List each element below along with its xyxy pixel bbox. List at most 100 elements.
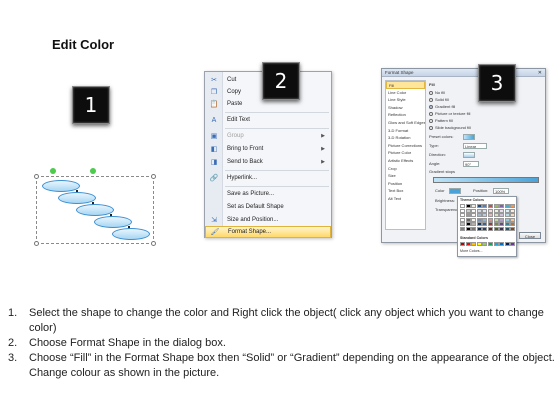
type-select[interactable]: Linear — [463, 143, 487, 149]
fill-option[interactable]: Slide background fill — [429, 125, 471, 131]
color-swatch[interactable] — [487, 217, 493, 222]
preset-colors-dropdown[interactable] — [463, 134, 475, 140]
step-shape[interactable] — [112, 228, 150, 240]
color-swatch[interactable] — [471, 242, 477, 246]
resize-handle[interactable] — [151, 174, 156, 179]
color-swatch[interactable] — [482, 213, 488, 218]
nav-item[interactable]: Alt Text — [386, 195, 425, 203]
nav-item[interactable]: Line Style — [386, 96, 425, 104]
nav-item[interactable]: Crop — [386, 165, 425, 173]
menu-item-format-shape[interactable]: 🖌 Format Shape... — [205, 226, 331, 238]
color-swatch[interactable] — [499, 242, 505, 246]
nav-item[interactable]: 3-D Format — [386, 127, 425, 135]
color-swatch[interactable] — [471, 226, 477, 231]
color-swatch[interactable] — [476, 242, 482, 246]
color-swatch[interactable] — [504, 217, 510, 222]
color-swatch[interactable] — [493, 226, 499, 231]
color-swatch[interactable] — [499, 213, 505, 218]
nav-item[interactable]: Size — [386, 172, 425, 180]
menu-item-bring-to-front[interactable]: ◧ Bring to Front ▶ — [205, 143, 331, 155]
color-swatch[interactable] — [487, 204, 493, 208]
more-colors-link[interactable]: More Colors... — [460, 249, 483, 254]
close-button[interactable]: Close — [519, 232, 541, 239]
color-swatch[interactable] — [476, 226, 482, 231]
fill-option[interactable]: No fill — [429, 90, 445, 96]
color-swatch[interactable] — [487, 213, 493, 218]
color-swatch[interactable] — [460, 226, 465, 231]
color-swatch[interactable] — [499, 208, 505, 213]
nav-item[interactable]: Artistic Effects — [386, 157, 425, 165]
menu-item-send-to-back[interactable]: ◨ Send to Back ▶ — [205, 156, 331, 168]
color-swatch[interactable] — [493, 217, 499, 222]
nav-item[interactable]: Position — [386, 180, 425, 188]
menu-item-hyperlink[interactable]: 🔗 Hyperlink... — [205, 172, 331, 184]
color-picker-button[interactable] — [449, 188, 461, 194]
color-swatch[interactable] — [465, 226, 471, 231]
resize-handle[interactable] — [151, 241, 156, 246]
color-swatch[interactable] — [465, 222, 471, 227]
angle-input[interactable]: 90° — [463, 161, 479, 167]
color-swatch[interactable] — [460, 208, 465, 213]
color-swatch[interactable] — [510, 222, 516, 227]
color-swatch[interactable] — [499, 217, 505, 222]
menu-item-save-as-picture[interactable]: Save as Picture... — [205, 188, 331, 200]
color-swatch[interactable] — [471, 208, 477, 213]
color-swatch[interactable] — [510, 242, 516, 246]
color-swatch[interactable] — [487, 226, 493, 231]
color-swatch[interactable] — [493, 204, 499, 208]
color-swatch[interactable] — [504, 226, 510, 231]
nav-item[interactable]: 3-D Rotation — [386, 134, 425, 142]
color-swatch[interactable] — [510, 204, 516, 208]
direction-dropdown[interactable] — [463, 152, 475, 158]
color-swatch[interactable] — [493, 208, 499, 213]
color-swatch[interactable] — [471, 204, 477, 208]
menu-item-group[interactable]: ▣ Group ▶ — [205, 130, 331, 142]
color-swatch[interactable] — [499, 226, 505, 231]
nav-item[interactable]: Line Color — [386, 89, 425, 97]
color-swatch[interactable] — [460, 217, 465, 222]
color-swatch[interactable] — [499, 204, 505, 208]
nav-item[interactable]: Text Box — [386, 187, 425, 195]
color-swatch[interactable] — [504, 213, 510, 218]
fill-option[interactable]: Solid fill — [429, 97, 449, 103]
color-swatch[interactable] — [482, 208, 488, 213]
color-swatch[interactable] — [487, 208, 493, 213]
color-swatch[interactable] — [465, 242, 471, 246]
fill-option[interactable]: Pattern fill — [429, 118, 453, 124]
color-swatch[interactable] — [482, 226, 488, 231]
color-swatch[interactable] — [482, 204, 488, 208]
menu-item-size-position[interactable]: ⇲ Size and Position... — [205, 214, 331, 226]
color-swatch[interactable] — [504, 204, 510, 208]
color-swatch[interactable] — [465, 213, 471, 218]
resize-handle[interactable] — [34, 241, 39, 246]
color-swatch[interactable] — [499, 222, 505, 227]
color-swatch[interactable] — [504, 222, 510, 227]
menu-item-edit-text[interactable]: A Edit Text — [205, 114, 331, 126]
color-swatch[interactable] — [493, 222, 499, 227]
color-swatch[interactable] — [460, 213, 465, 218]
resize-handle[interactable] — [34, 174, 39, 179]
color-swatch[interactable] — [460, 222, 465, 227]
color-swatch[interactable] — [476, 217, 482, 222]
nav-item-fill[interactable]: Fill — [386, 81, 425, 89]
color-swatch[interactable] — [510, 208, 516, 213]
color-swatch[interactable] — [482, 242, 488, 246]
color-swatch[interactable] — [482, 222, 488, 227]
color-swatch[interactable] — [465, 217, 471, 222]
nav-item[interactable]: Picture Color — [386, 149, 425, 157]
color-swatch[interactable] — [510, 213, 516, 218]
color-swatch[interactable] — [487, 222, 493, 227]
rotation-handle-right[interactable] — [90, 168, 96, 174]
nav-item[interactable]: Picture Corrections — [386, 142, 425, 150]
color-swatch[interactable] — [460, 242, 465, 246]
fill-option-selected[interactable]: Gradient fill — [429, 104, 455, 110]
color-swatch[interactable] — [476, 222, 482, 227]
fill-option[interactable]: Picture or texture fill — [429, 111, 470, 117]
color-swatch[interactable] — [471, 217, 477, 222]
color-swatch[interactable] — [471, 222, 477, 227]
close-icon[interactable]: ✕ — [538, 70, 542, 76]
color-swatch[interactable] — [465, 204, 471, 208]
color-swatch[interactable] — [465, 208, 471, 213]
nav-item[interactable]: Glow and Soft Edges — [386, 119, 425, 127]
gradient-stops-bar[interactable] — [433, 177, 539, 183]
